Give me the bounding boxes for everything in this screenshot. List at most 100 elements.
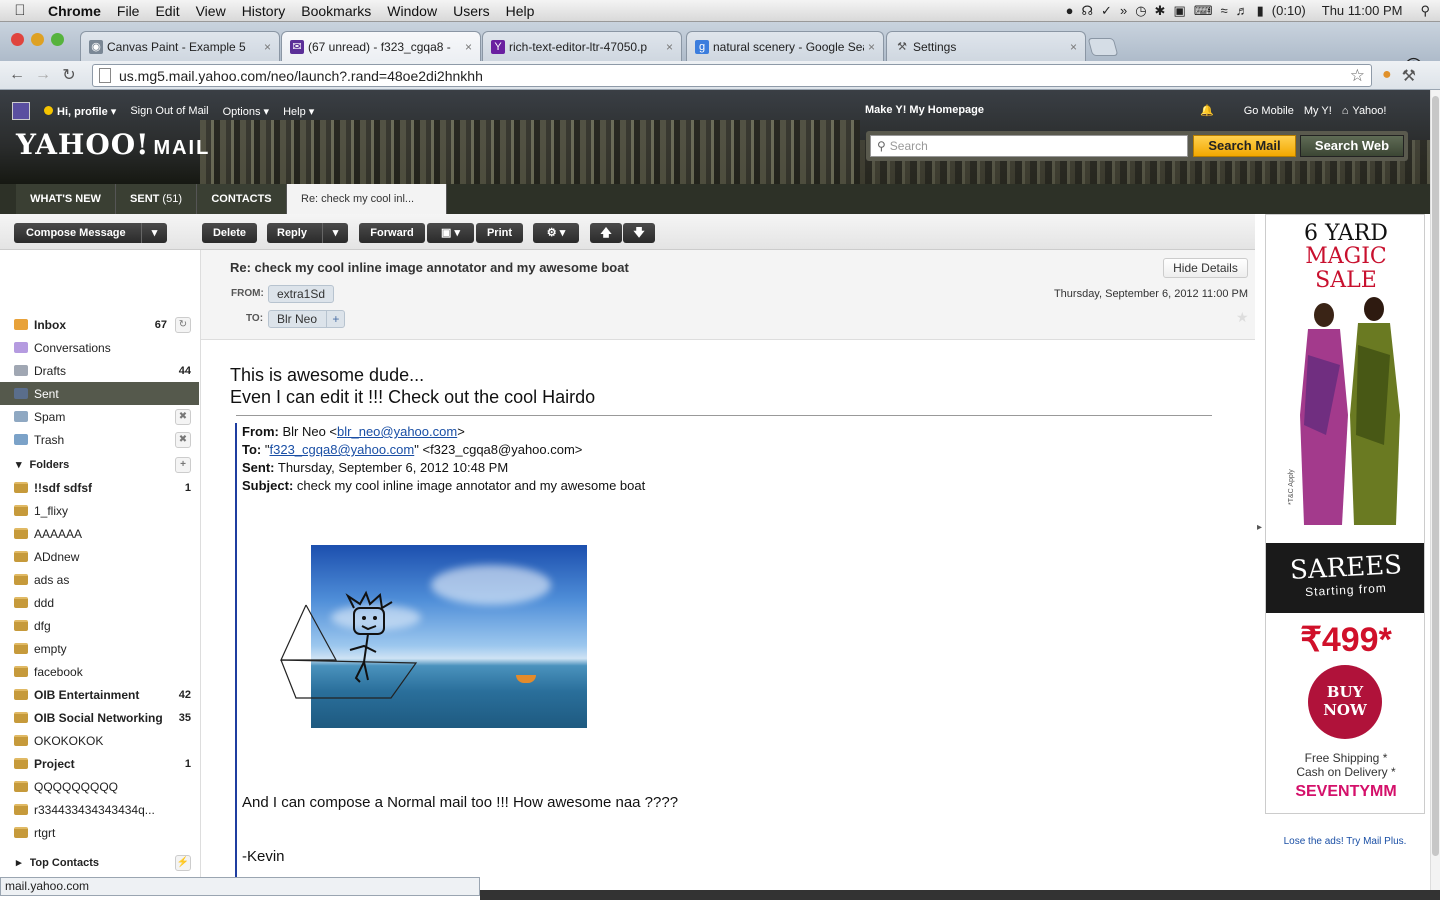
previous-message-button[interactable]: 🡅	[590, 223, 622, 243]
tab-google-search[interactable]: g natural scenery - Google Sea ×	[686, 31, 884, 61]
activity-icon[interactable]: ⚡	[175, 854, 191, 871]
move-button[interactable]: ▣ ▾	[427, 223, 474, 243]
sidebar-item-conversations[interactable]: Conversations	[0, 336, 199, 359]
home-icon[interactable]: ⌂	[1342, 105, 1349, 117]
collapse-folders-icon[interactable]: ▾	[16, 458, 22, 471]
spotlight-icon[interactable]: ⚲	[1420, 3, 1430, 19]
folder-item[interactable]: ADdnew	[0, 545, 199, 568]
forward-button[interactable]: Forward	[359, 223, 425, 243]
bookmark-star-icon[interactable]: ☆	[1350, 66, 1365, 86]
folder-item[interactable]: empty	[0, 637, 199, 660]
lose-ads-link[interactable]: Lose the ads! Try Mail Plus.	[1265, 836, 1425, 847]
notification-bell-icon[interactable]: 🔔	[1200, 104, 1214, 117]
clock[interactable]: Thu 11:00 PM	[1322, 3, 1403, 18]
bluetooth-icon[interactable]: ✱	[1155, 3, 1166, 19]
greeting-menu[interactable]: Hi, profile ▾	[44, 105, 116, 118]
sidebar-item-sent[interactable]: Sent	[0, 382, 199, 405]
quoted-from-email-link[interactable]: blr_neo@yahoo.com	[337, 424, 457, 439]
battery-icon[interactable]: ▮	[1257, 3, 1264, 19]
yahoo-link[interactable]: Yahoo!	[1352, 105, 1386, 117]
go-mobile-link[interactable]: Go Mobile	[1244, 105, 1294, 117]
menu-view[interactable]: View	[188, 3, 234, 19]
cookie-extension-icon[interactable]: ●	[1382, 66, 1392, 86]
close-tab-icon[interactable]: ×	[1070, 40, 1077, 54]
folder-item[interactable]: rtgrt	[0, 821, 199, 844]
hide-details-button[interactable]: Hide Details	[1163, 258, 1248, 278]
close-window-icon[interactable]	[11, 33, 24, 46]
menu-bookmarks[interactable]: Bookmarks	[293, 3, 379, 19]
quoted-to-email-link[interactable]: f323_cgqa8@yahoo.com	[270, 442, 415, 457]
menu-help[interactable]: Help	[498, 3, 543, 19]
volume-icon[interactable]: ♬	[1236, 3, 1249, 18]
tab-canvas-paint[interactable]: ◉ Canvas Paint - Example 5 ×	[80, 31, 280, 61]
expand-contacts-icon[interactable]: ▸	[16, 856, 22, 869]
page-scrollbar[interactable]	[1430, 90, 1440, 900]
reply-button[interactable]: Reply ▾	[267, 223, 348, 243]
keyboard-icon[interactable]: ⌨	[1194, 3, 1213, 19]
compose-button[interactable]: Compose Message ▾	[14, 223, 167, 243]
reply-dropdown-icon[interactable]: ▾	[322, 223, 348, 243]
apple-icon[interactable]: 	[0, 2, 40, 19]
folder-item[interactable]: AAAAAA	[0, 522, 199, 545]
battery-time[interactable]: (0:10)	[1272, 3, 1306, 18]
checkmark-icon[interactable]: ✓	[1101, 3, 1112, 19]
folder-item[interactable]: OKOKOKOK	[0, 729, 199, 752]
sidebar-item-drafts[interactable]: Drafts 44	[0, 359, 199, 382]
search-web-button[interactable]: Search Web	[1300, 135, 1404, 157]
tab-settings[interactable]: ⚒ Settings ×	[886, 31, 1086, 61]
forward-icon[interactable]: →	[30, 66, 56, 84]
address-text[interactable]: us.mg5.mail.yahoo.com/neo/launch?.rand=4…	[119, 68, 483, 84]
yahoo-mail-logo[interactable]: YAHOO! MAIL	[16, 128, 210, 161]
folder-item[interactable]: 1_flixy	[0, 499, 199, 522]
empty-folder-icon[interactable]: ✖	[175, 431, 191, 448]
search-input[interactable]: ⚲ Search	[870, 135, 1188, 157]
sign-out-link[interactable]: Sign Out of Mail	[130, 105, 208, 117]
folder-item[interactable]: OIB Entertainment 42	[0, 683, 199, 706]
menu-users[interactable]: Users	[445, 3, 498, 19]
lock-icon[interactable]: ▣	[1173, 3, 1185, 19]
add-folder-icon[interactable]: +	[175, 456, 191, 473]
tab-yahoo-mail[interactable]: ✉ (67 unread) - f323_cgqa8 - ×	[281, 31, 481, 61]
close-tab-icon[interactable]: ×	[465, 40, 472, 54]
folder-item[interactable]: QQQQQQQQQ	[0, 775, 199, 798]
settings-button[interactable]: ⚙ ▾	[533, 223, 579, 243]
fast-forward-icon[interactable]: »	[1120, 3, 1127, 18]
help-menu[interactable]: Help ▾	[283, 105, 314, 118]
folder-item[interactable]: OIB Social Networking 35	[0, 706, 199, 729]
status-agent-icon[interactable]: ●	[1066, 3, 1074, 18]
sidebar-item-inbox[interactable]: Inbox 67 ↻	[0, 313, 199, 336]
options-menu[interactable]: Options ▾	[223, 105, 270, 118]
address-bar[interactable]: us.mg5.mail.yahoo.com/neo/launch?.rand=4…	[92, 64, 1372, 87]
empty-folder-icon[interactable]: ✖	[175, 408, 191, 425]
tab-open-message[interactable]: Re: check my cool inl...	[287, 184, 447, 214]
menu-window[interactable]: Window	[379, 3, 445, 19]
zoom-window-icon[interactable]	[51, 33, 64, 46]
my-y-link[interactable]: My Y!	[1304, 105, 1332, 117]
new-tab-button[interactable]	[1087, 38, 1119, 56]
saree-ad[interactable]: 6 YARD MAGIC SALE *T&C Apply SAREES Star…	[1265, 214, 1425, 814]
to-recipient-pill[interactable]: Blr Neo +	[268, 310, 346, 328]
close-tab-icon[interactable]: ×	[264, 40, 271, 54]
time-machine-icon[interactable]: ◷	[1135, 3, 1146, 19]
menu-edit[interactable]: Edit	[147, 3, 187, 19]
tab-rich-text-editor[interactable]: Y rich-text-editor-ltr-47050.p ×	[482, 31, 682, 61]
folder-item[interactable]: facebook	[0, 660, 199, 683]
star-icon[interactable]: ★	[1236, 309, 1249, 326]
tab-sent[interactable]: SENT (51)	[116, 184, 197, 214]
from-sender-pill[interactable]: extra1Sd	[268, 285, 335, 303]
make-homepage-link[interactable]: Make Y! My Homepage	[865, 104, 984, 116]
next-message-button[interactable]: 🡇	[623, 223, 655, 243]
folder-item[interactable]: ads as	[0, 568, 199, 591]
print-button[interactable]: Print	[476, 223, 523, 243]
refresh-icon[interactable]: ↻	[175, 316, 191, 333]
add-contact-icon[interactable]: +	[326, 311, 344, 327]
wifi-icon[interactable]: ≈	[1221, 3, 1228, 18]
headphones-icon[interactable]: ☊	[1082, 3, 1094, 19]
folder-item[interactable]: r334433434343434q...	[0, 798, 199, 821]
back-icon[interactable]: ←	[4, 66, 30, 84]
folder-item[interactable]: Project 1	[0, 752, 199, 775]
close-tab-icon[interactable]: ×	[666, 40, 673, 54]
search-mail-button[interactable]: Search Mail	[1193, 135, 1296, 157]
menu-file[interactable]: File	[109, 3, 148, 19]
collapse-panel-icon[interactable]: ▸	[1257, 522, 1262, 533]
